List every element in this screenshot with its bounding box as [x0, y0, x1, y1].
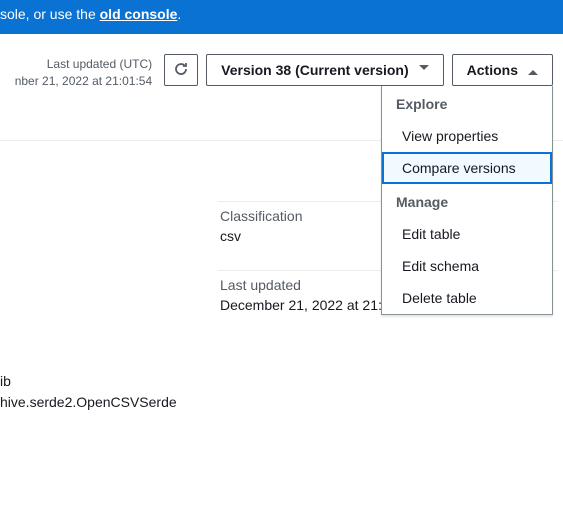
dropdown-item-edit-schema[interactable]: Edit schema: [382, 250, 552, 282]
serde-block: ib hive.serde2.OpenCSVSerde: [0, 339, 563, 413]
version-dropdown-button[interactable]: Version 38 (Current version): [206, 54, 444, 86]
last-updated-block: Last updated (UTC) nber 21, 2022 at 21:0…: [15, 56, 152, 90]
actions-dropdown: Explore View properties Compare versions…: [381, 86, 553, 315]
dropdown-item-edit-table[interactable]: Edit table: [382, 218, 552, 250]
old-console-link[interactable]: old console: [100, 6, 178, 22]
banner-text: sole, or use the: [0, 6, 100, 22]
refresh-button[interactable]: [164, 54, 198, 86]
actions-dropdown-button[interactable]: Actions: [452, 54, 553, 86]
version-label: Version 38 (Current version): [221, 62, 409, 78]
caret-down-icon: [419, 65, 429, 75]
dropdown-item-delete-table[interactable]: Delete table: [382, 282, 552, 314]
notification-banner: sole, or use the old console.: [0, 0, 563, 34]
dropdown-section-manage: Manage: [382, 184, 552, 218]
last-updated-value: nber 21, 2022 at 21:01:54: [15, 73, 152, 90]
serde-line2: hive.serde2.OpenCSVSerde: [0, 392, 563, 413]
caret-up-icon: [528, 65, 538, 75]
actions-label: Actions: [467, 62, 518, 78]
dropdown-item-compare-versions[interactable]: Compare versions: [382, 152, 552, 184]
serde-line1: ib: [0, 371, 563, 392]
dropdown-item-view-properties[interactable]: View properties: [382, 120, 552, 152]
toolbar: Last updated (UTC) nber 21, 2022 at 21:0…: [0, 34, 563, 100]
refresh-icon: [173, 61, 189, 80]
last-updated-label: Last updated (UTC): [15, 56, 152, 73]
banner-suffix: .: [177, 6, 181, 22]
dropdown-section-explore: Explore: [382, 86, 552, 120]
